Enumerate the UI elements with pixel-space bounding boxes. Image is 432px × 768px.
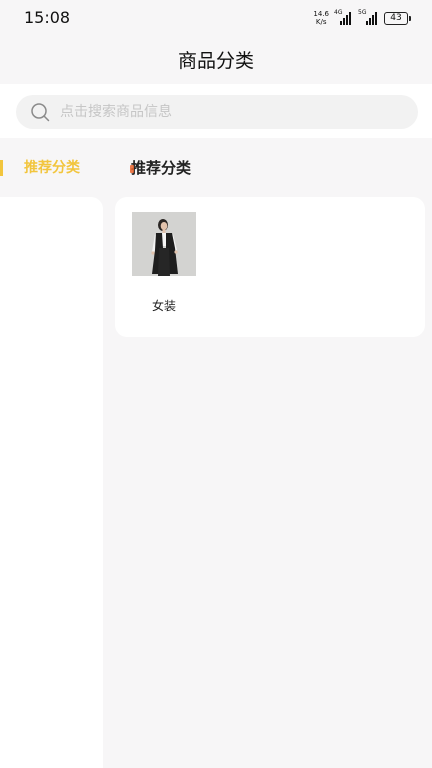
signal-4g-icon: 4G (334, 9, 353, 25)
search-bar (0, 84, 432, 138)
category-image (132, 212, 196, 276)
signal-5g-icon: 5G (358, 9, 379, 25)
title-bar: 商品分类 (0, 38, 432, 84)
network-speed-value: 14.6 (313, 10, 329, 18)
status-icons: 14.6 K/s 4G 5G 43 (313, 9, 411, 27)
search-box[interactable] (16, 95, 418, 129)
status-bar: 15:08 14.6 K/s 4G 5G 43 (0, 0, 432, 38)
sidebar-active-indicator (0, 160, 3, 176)
sidebar-item-label: 推荐分类 (24, 160, 80, 176)
search-icon (31, 103, 50, 122)
category-card: 女装 (115, 197, 425, 337)
signal-4g-label: 4G (334, 9, 343, 16)
sidebar-item-recommended[interactable]: 推荐分类 (0, 154, 103, 182)
category-item-womenswear[interactable]: 女装 (132, 212, 196, 314)
status-time: 15:08 (24, 8, 71, 27)
category-name: 女装 (151, 299, 176, 313)
sidebar-panel (0, 197, 103, 768)
page-title: 商品分类 (177, 50, 254, 72)
network-speed-unit: K/s (315, 18, 327, 26)
network-speed: 14.6 K/s (313, 10, 329, 26)
battery-icon: 43 (384, 11, 411, 25)
signal-5g-label: 5G (358, 9, 367, 16)
search-input[interactable] (60, 95, 400, 129)
section-title: 推荐分类 (129, 154, 191, 182)
